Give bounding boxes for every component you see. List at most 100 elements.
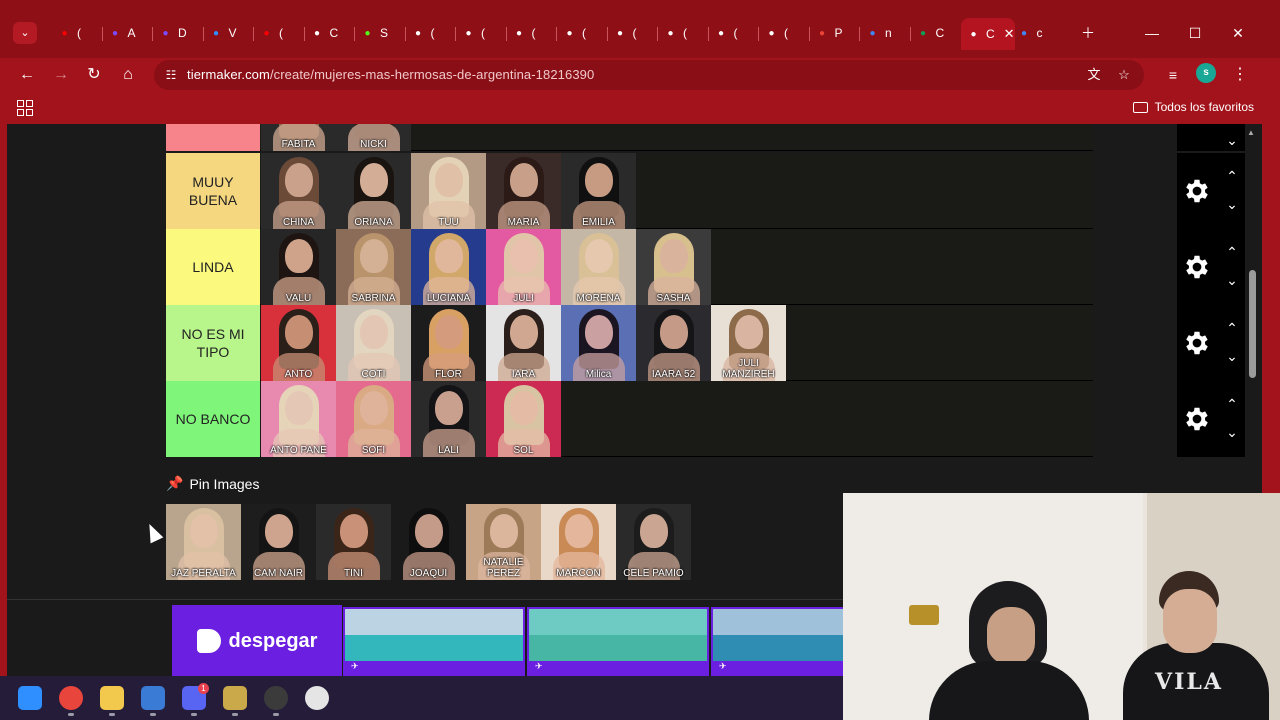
tier-image[interactable]: COTI	[336, 305, 411, 381]
chrome-icon[interactable]	[59, 686, 83, 710]
ad-image-beach-1[interactable]: ✈	[343, 607, 525, 676]
tier-image[interactable]: VALU	[261, 229, 336, 305]
gear-icon[interactable]	[1182, 404, 1212, 434]
profile-avatar[interactable]: s	[1196, 63, 1216, 83]
apps-grid-icon[interactable]	[17, 100, 33, 116]
browser-tab[interactable]: ●(	[608, 20, 658, 46]
tier-image[interactable]: LUCIANA	[411, 229, 486, 305]
browser-tab[interactable]: ● C ✕	[961, 18, 1015, 50]
tier-image[interactable]: TINI	[316, 504, 391, 580]
browser-tab[interactable]: ●(	[658, 20, 708, 46]
tier-image[interactable]: NATALIE PEREZ	[466, 504, 541, 580]
tier-image[interactable]: FLOR	[411, 305, 486, 381]
browser-tab[interactable]: ●(	[507, 20, 557, 46]
windows-start-icon[interactable]	[18, 686, 42, 710]
tier-image[interactable]: JULI	[486, 229, 561, 305]
tier-image[interactable]: FABITA	[261, 124, 336, 151]
browser-tab[interactable]: ● V	[204, 20, 254, 46]
league-icon[interactable]	[223, 686, 247, 710]
move-down-icon[interactable]: ⌄	[1221, 423, 1243, 441]
tier-image[interactable]: CHINA	[261, 153, 336, 229]
move-down-icon[interactable]: ⌄	[1221, 347, 1243, 365]
address-bar[interactable]: ☷ tiermaker.com/create/mujeres-mas-hermo…	[154, 60, 1144, 90]
minimize-button[interactable]: —	[1132, 20, 1172, 46]
browser-tab[interactable]: ●(	[759, 20, 809, 46]
menu-kebab-icon[interactable]: ⋮	[1227, 62, 1253, 88]
ad-image-beach-2[interactable]: ✈	[527, 607, 709, 676]
tier-label-partial[interactable]	[166, 124, 260, 151]
browser-tab[interactable]: ● c	[1012, 20, 1062, 46]
tier-image[interactable]: IARA	[486, 305, 561, 381]
tier-image[interactable]: SASHA	[636, 229, 711, 305]
browser-tab[interactable]: ●(	[52, 20, 102, 46]
tier-image[interactable]: JOAQUI	[391, 504, 466, 580]
tier-image[interactable]: CAM NAIR	[241, 504, 316, 580]
tab-search-button[interactable]: ⌄	[13, 22, 37, 44]
browser-tab[interactable]: ● C	[305, 20, 355, 46]
ad-brand[interactable]: despegar	[172, 605, 342, 676]
tier-image[interactable]: ORIANA	[336, 153, 411, 229]
browser-tab[interactable]: ●(	[709, 20, 759, 46]
gear-icon[interactable]	[1182, 252, 1212, 282]
tier-image[interactable]: Milica	[561, 305, 636, 381]
ad-image-beach-3[interactable]: ✈	[711, 607, 851, 676]
tier-image[interactable]: MARIA	[486, 153, 561, 229]
tier-label[interactable]: MUUY BUENA	[166, 153, 260, 229]
move-up-icon[interactable]: ⌃	[1221, 167, 1243, 185]
browser-tab[interactable]: ● D	[153, 20, 203, 46]
tier-image[interactable]: EMILIA	[561, 153, 636, 229]
close-window-button[interactable]: ✕	[1218, 20, 1258, 46]
bookmark-star-icon[interactable]: ☆	[1114, 65, 1134, 85]
translate-icon[interactable]: 文	[1084, 65, 1104, 85]
tier-label[interactable]: LINDA	[166, 229, 260, 305]
move-down-icon[interactable]: ⌄	[1221, 195, 1243, 213]
tier-label[interactable]: NO BANCO	[166, 381, 260, 457]
tier-image[interactable]: JULI MANZIREH	[711, 305, 786, 381]
home-button[interactable]: ⌂	[115, 62, 141, 88]
tier-image[interactable]: SOFI	[336, 381, 411, 457]
browser-tab[interactable]: ●(	[557, 20, 607, 46]
back-button[interactable]: ←	[14, 62, 40, 88]
browser-tab[interactable]: ● P	[810, 20, 860, 46]
tier-image[interactable]: LALI	[411, 381, 486, 457]
tier-image[interactable]: NICKI	[336, 124, 411, 151]
all-bookmarks-folder[interactable]: Todos los favoritos	[1132, 100, 1254, 114]
tier-image[interactable]: JAZ PERALTA	[166, 504, 241, 580]
site-info-icon[interactable]: ☷	[162, 66, 180, 84]
forward-button[interactable]: →	[48, 62, 74, 88]
new-tab-button[interactable]: ＋	[1068, 20, 1108, 46]
app-icon[interactable]	[305, 686, 329, 710]
scroll-up-icon[interactable]: ▲	[1247, 128, 1255, 137]
obs-icon[interactable]	[264, 686, 288, 710]
browser-tab[interactable]: ●(	[254, 20, 304, 46]
tier-image[interactable]: MARCON	[541, 504, 616, 580]
file-explorer-icon[interactable]	[100, 686, 124, 710]
tier-image[interactable]: MORENA	[561, 229, 636, 305]
move-up-icon[interactable]: ⌃	[1221, 243, 1243, 261]
pin-icon[interactable]: 📌	[166, 475, 183, 492]
tier-image[interactable]: IAARA 52	[636, 305, 711, 381]
tier-image[interactable]: SOL	[486, 381, 561, 457]
store-icon[interactable]	[141, 686, 165, 710]
maximize-button[interactable]: ☐	[1175, 20, 1215, 46]
move-up-icon[interactable]: ⌃	[1221, 319, 1243, 337]
gear-icon[interactable]	[1182, 328, 1212, 358]
move-down-icon[interactable]: ⌄	[1221, 131, 1243, 149]
tier-image[interactable]: ANTO	[261, 305, 336, 381]
browser-tab[interactable]: ● S	[355, 20, 405, 46]
browser-tab[interactable]: ●(	[406, 20, 456, 46]
tier-image[interactable]: TUU	[411, 153, 486, 229]
media-controls-icon[interactable]: ≡	[1160, 62, 1186, 88]
tier-image[interactable]: CELE PAMIO	[616, 504, 691, 580]
browser-tab[interactable]: ● C	[911, 20, 961, 46]
browser-tab[interactable]: ● n	[860, 20, 910, 46]
browser-tab[interactable]: ● A	[103, 20, 153, 46]
tier-image[interactable]: SABRINA	[336, 229, 411, 305]
reload-button[interactable]: ↻	[81, 62, 107, 88]
tier-label[interactable]: NO ES MI TIPO	[166, 305, 260, 381]
browser-tab[interactable]: ●(	[456, 20, 506, 46]
gear-icon[interactable]	[1182, 176, 1212, 206]
move-up-icon[interactable]: ⌃	[1221, 395, 1243, 413]
move-down-icon[interactable]: ⌄	[1221, 271, 1243, 289]
tier-image[interactable]: ANTO PANE	[261, 381, 336, 457]
